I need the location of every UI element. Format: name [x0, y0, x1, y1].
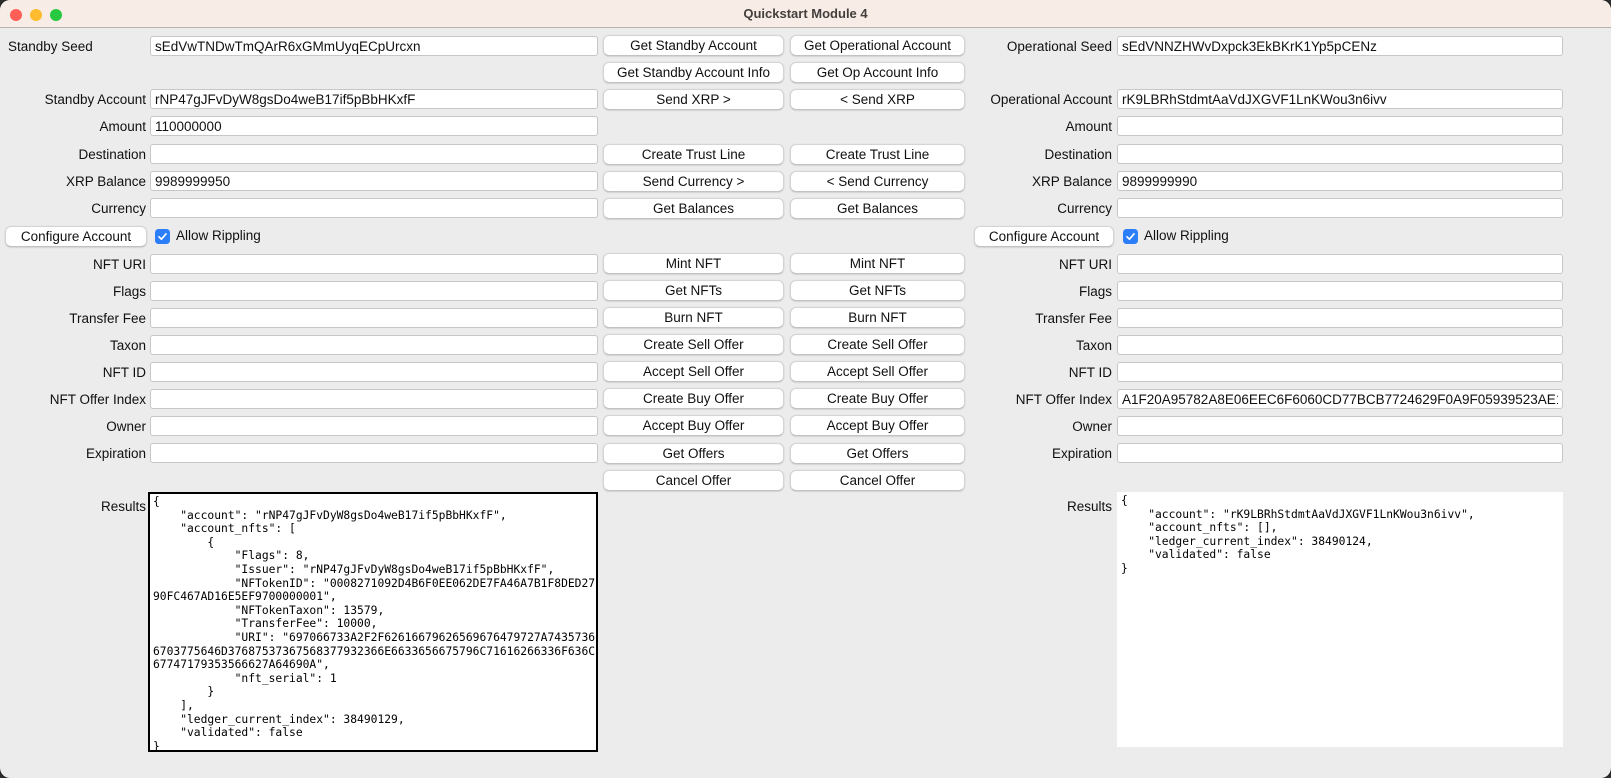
operational-allow-rippling-label: Allow Rippling — [1144, 227, 1229, 245]
standby-expiration-input[interactable] — [150, 443, 598, 463]
standby-get-balances-button[interactable]: Get Balances — [603, 198, 784, 219]
operational-nft-offer-index-input[interactable] — [1117, 389, 1563, 409]
standby-flags-label: Flags — [0, 282, 146, 302]
operational-xrp-balance-label: XRP Balance — [900, 172, 1112, 192]
operational-amount-input[interactable] — [1117, 116, 1563, 136]
get-op-account-info-button[interactable]: Get Op Account Info — [790, 62, 965, 83]
operational-transfer-fee-label: Transfer Fee — [900, 309, 1112, 329]
standby-destination-label: Destination — [0, 145, 146, 165]
standby-create-trust-line-button[interactable]: Create Trust Line — [603, 144, 784, 165]
operational-taxon-input[interactable] — [1117, 335, 1563, 355]
standby-destination-input[interactable] — [150, 144, 598, 164]
get-standby-account-info-button[interactable]: Get Standby Account Info — [603, 62, 784, 83]
operational-cancel-offer-button[interactable]: Cancel Offer — [790, 470, 965, 491]
standby-nft-offer-index-input[interactable] — [150, 389, 598, 409]
operational-owner-input[interactable] — [1117, 416, 1563, 436]
standby-expiration-label: Expiration — [0, 444, 146, 464]
standby-nft-id-label: NFT ID — [0, 363, 146, 383]
operational-nft-id-input[interactable] — [1117, 362, 1563, 382]
standby-flags-input[interactable] — [150, 281, 598, 301]
operational-currency-label: Currency — [900, 199, 1112, 219]
operational-destination-label: Destination — [900, 145, 1112, 165]
operational-flags-input[interactable] — [1117, 281, 1563, 301]
operational-amount-label: Amount — [900, 117, 1112, 137]
operational-results-text[interactable]: { "account": "rK9LBRhStdmtAaVdJXGVF1LnKW… — [1117, 492, 1563, 747]
standby-get-offers-button[interactable]: Get Offers — [603, 443, 784, 464]
operational-account-input[interactable] — [1117, 89, 1563, 109]
standby-account-input[interactable] — [150, 89, 598, 109]
standby-results-text[interactable]: { "account": "rNP47gJFvDyW8gsDo4weB17if5… — [148, 492, 598, 752]
standby-burn-nft-button[interactable]: Burn NFT — [603, 307, 784, 328]
standby-amount-label: Amount — [0, 117, 146, 137]
standby-create-buy-offer-button[interactable]: Create Buy Offer — [603, 388, 784, 409]
standby-account-label: Standby Account — [0, 90, 146, 110]
standby-taxon-label: Taxon — [0, 336, 146, 356]
app-window: Quickstart Module 4 Standby Seed Standby… — [0, 0, 1611, 778]
standby-seed-input[interactable] — [150, 36, 598, 56]
standby-cancel-offer-button[interactable]: Cancel Offer — [603, 470, 784, 491]
standby-create-sell-offer-button[interactable]: Create Sell Offer — [603, 334, 784, 355]
operational-allow-rippling-checkbox[interactable] — [1123, 229, 1138, 244]
standby-accept-buy-offer-button[interactable]: Accept Buy Offer — [603, 415, 784, 436]
operational-expiration-input[interactable] — [1117, 443, 1563, 463]
standby-xrp-balance-input[interactable] — [150, 171, 598, 191]
standby-get-nfts-button[interactable]: Get NFTs — [603, 280, 784, 301]
standby-nft-id-input[interactable] — [150, 362, 598, 382]
operational-expiration-label: Expiration — [900, 444, 1112, 464]
operational-account-label: Operational Account — [900, 90, 1112, 110]
operational-owner-label: Owner — [900, 417, 1112, 437]
title-bar: Quickstart Module 4 — [0, 0, 1611, 28]
standby-nft-offer-index-label: NFT Offer Index — [0, 390, 146, 410]
standby-seed-label: Standby Seed — [0, 37, 146, 57]
operational-results-label: Results — [900, 497, 1112, 517]
standby-taxon-input[interactable] — [150, 335, 598, 355]
operational-nft-id-label: NFT ID — [900, 363, 1112, 383]
standby-transfer-fee-input[interactable] — [150, 308, 598, 328]
standby-accept-sell-offer-button[interactable]: Accept Sell Offer — [603, 361, 784, 382]
operational-nft-uri-label: NFT URI — [900, 255, 1112, 275]
standby-configure-account-button[interactable]: Configure Account — [5, 226, 147, 247]
operational-destination-input[interactable] — [1117, 144, 1563, 164]
standby-nft-uri-input[interactable] — [150, 254, 598, 274]
standby-amount-input[interactable] — [150, 116, 598, 136]
standby-nft-uri-label: NFT URI — [0, 255, 146, 275]
standby-allow-rippling-label: Allow Rippling — [176, 227, 261, 245]
operational-nft-uri-input[interactable] — [1117, 254, 1563, 274]
standby-owner-label: Owner — [0, 417, 146, 437]
send-xrp-to-operational-button[interactable]: Send XRP > — [603, 89, 784, 110]
operational-taxon-label: Taxon — [900, 336, 1112, 356]
standby-xrp-balance-label: XRP Balance — [0, 172, 146, 192]
send-currency-to-operational-button[interactable]: Send Currency > — [603, 171, 784, 192]
standby-currency-input[interactable] — [150, 198, 598, 218]
standby-owner-input[interactable] — [150, 416, 598, 436]
checkmark-icon — [1123, 229, 1138, 244]
operational-nft-offer-index-label: NFT Offer Index — [900, 390, 1112, 410]
standby-mint-nft-button[interactable]: Mint NFT — [603, 253, 784, 274]
standby-transfer-fee-label: Transfer Fee — [0, 309, 146, 329]
standby-results-label: Results — [0, 497, 146, 517]
standby-currency-label: Currency — [0, 199, 146, 219]
operational-seed-input[interactable] — [1117, 36, 1563, 56]
operational-transfer-fee-input[interactable] — [1117, 308, 1563, 328]
window-title: Quickstart Module 4 — [0, 0, 1611, 28]
operational-flags-label: Flags — [900, 282, 1112, 302]
operational-currency-input[interactable] — [1117, 198, 1563, 218]
get-standby-account-button[interactable]: Get Standby Account — [603, 35, 784, 56]
standby-allow-rippling-checkbox[interactable] — [155, 229, 170, 244]
operational-seed-label: Operational Seed — [900, 37, 1112, 57]
operational-xrp-balance-input[interactable] — [1117, 171, 1563, 191]
checkmark-icon — [155, 229, 170, 244]
operational-configure-account-button[interactable]: Configure Account — [974, 226, 1114, 247]
